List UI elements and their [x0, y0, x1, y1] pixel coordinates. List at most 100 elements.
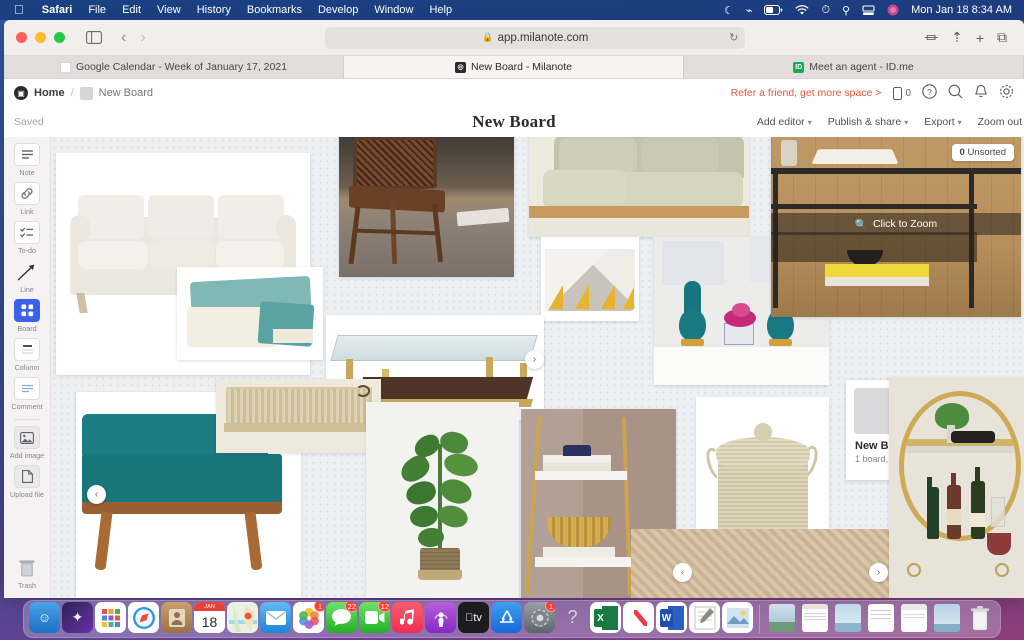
card-geometric-pillow[interactable]	[541, 237, 639, 321]
clock-icon[interactable]: ⏱	[815, 4, 836, 17]
menu-item-file[interactable]: File	[80, 4, 114, 16]
add-editor-button[interactable]: Add editor ▾	[757, 116, 812, 128]
zoom-out-button[interactable]: Zoom out	[978, 116, 1022, 128]
dock-item-preview[interactable]	[722, 602, 753, 633]
menu-item-view[interactable]: View	[149, 4, 189, 16]
display-icon[interactable]	[856, 4, 881, 16]
forward-arrow-icon[interactable]: ›	[134, 29, 151, 47]
breadcrumb-current[interactable]: New Board	[99, 87, 153, 99]
menu-item-edit[interactable]: Edit	[114, 4, 149, 16]
tab-google-calendar[interactable]: 31 Google Calendar - Week of January 17,…	[4, 56, 344, 78]
sidebar-toggle-icon[interactable]	[86, 31, 102, 44]
dock-item-system-preferences[interactable]: 1	[524, 602, 555, 633]
sidebar-item-column[interactable]: Column	[4, 338, 50, 372]
battery-icon[interactable]	[758, 5, 789, 15]
menu-item-bookmarks[interactable]: Bookmarks	[239, 4, 310, 16]
minimized-window-1[interactable]	[766, 602, 797, 633]
dock-item-podcasts[interactable]	[425, 602, 456, 633]
search-icon[interactable]	[948, 84, 963, 102]
sidebar-item-comment[interactable]: Comment	[4, 377, 50, 411]
menu-item-safari[interactable]: Safari	[34, 4, 81, 16]
sidebar-item-link[interactable]: Link	[4, 182, 50, 216]
dock-item-music[interactable]	[392, 602, 423, 633]
dock-item-photos[interactable]: 1	[293, 602, 324, 633]
minimized-window-2[interactable]	[799, 602, 830, 633]
card-bar-cart[interactable]	[889, 377, 1024, 598]
search-icon[interactable]: ⚲	[836, 4, 856, 17]
notifications-icon[interactable]	[974, 84, 988, 102]
carousel-next-top[interactable]: ›	[525, 350, 544, 369]
refer-a-friend-link[interactable]: Refer a friend, get more space >	[731, 87, 882, 99]
minimize-button[interactable]	[35, 32, 46, 43]
sidebar-item-trash[interactable]: Trash	[4, 556, 50, 590]
minimized-window-3[interactable]	[832, 602, 863, 633]
dock-item-appstore[interactable]	[491, 602, 522, 633]
card-teal-throw[interactable]	[177, 267, 323, 360]
dock-item-calendar[interactable]: JAN 18	[194, 602, 225, 633]
carousel-prev-left[interactable]: ‹	[87, 485, 106, 504]
dock-item-contacts[interactable]	[161, 602, 192, 633]
card-woven-chair[interactable]	[339, 137, 514, 277]
unsorted-badge[interactable]: 0 Unsorted	[951, 144, 1014, 161]
dock-item-mail[interactable]	[260, 602, 291, 633]
dock-item-finder[interactable]: ☺	[29, 602, 60, 633]
tab-overview-icon[interactable]: ⧉	[992, 29, 1012, 46]
dock-item-help[interactable]: ?	[557, 602, 588, 633]
dock-item-trash[interactable]	[964, 602, 995, 633]
menu-item-window[interactable]: Window	[366, 4, 421, 16]
minimized-window-5[interactable]	[898, 602, 929, 633]
dock-item-safari[interactable]	[128, 602, 159, 633]
board-canvas[interactable]: 🔍 Click to Zoom ‹ ‹ › › New B 1 board, 0…	[51, 137, 1024, 598]
reload-icon[interactable]: ↻	[729, 31, 738, 44]
carousel-next-mid[interactable]: ›	[869, 563, 888, 582]
mobile-icon[interactable]: 0	[893, 86, 911, 100]
sidebar-item-upload-file[interactable]: Upload file	[4, 465, 50, 499]
address-bar[interactable]: 🔒 app.milanote.com ↻	[325, 26, 746, 49]
card-sage-sofa[interactable]	[529, 137, 749, 237]
card-fiddle-leaf-plant[interactable]	[366, 402, 519, 598]
click-to-zoom-overlay[interactable]: 🔍 Click to Zoom	[771, 213, 1021, 236]
dock-item-app-grid[interactable]	[95, 602, 126, 633]
maximize-button[interactable]	[54, 32, 65, 43]
close-button[interactable]	[16, 32, 27, 43]
minimized-window-4[interactable]	[865, 602, 896, 633]
wifi-icon[interactable]	[789, 4, 815, 16]
dock-item-textedit[interactable]	[689, 602, 720, 633]
export-button[interactable]: Export ▾	[924, 116, 961, 128]
menu-bar-clock[interactable]: Mon Jan 18 8:34 AM	[905, 4, 1016, 16]
breadcrumb-home[interactable]: Home	[34, 87, 65, 99]
tab-new-board-milanote[interactable]: ◎ New Board - Milanote	[344, 56, 684, 78]
tab-meet-an-agent-idme[interactable]: ID Meet an agent - ID.me	[684, 56, 1024, 78]
milanote-logo-icon[interactable]: ▣	[14, 86, 28, 100]
settings-icon[interactable]	[999, 84, 1014, 102]
sidebar-item-note[interactable]: Note	[4, 143, 50, 177]
card-console-table[interactable]: 🔍 Click to Zoom	[771, 137, 1021, 317]
minimized-window-6[interactable]	[931, 602, 962, 633]
carousel-prev-mid[interactable]: ‹	[673, 563, 692, 582]
dock-item-maps[interactable]	[227, 602, 258, 633]
dock-item-excel[interactable]: X	[590, 602, 621, 633]
dock-item-appletv[interactable]: tv	[458, 602, 489, 633]
siri-icon[interactable]	[881, 4, 905, 16]
new-tab-icon[interactable]: +	[971, 30, 989, 46]
downloads-icon[interactable]: ⏛	[919, 28, 943, 48]
back-arrow-icon[interactable]: ‹	[115, 29, 132, 47]
help-icon[interactable]: ?	[922, 84, 937, 102]
menu-item-develop[interactable]: Develop	[310, 4, 366, 16]
publish-share-button[interactable]: Publish & share ▾	[828, 116, 909, 128]
apple-menu-icon[interactable]: 	[8, 3, 34, 18]
dock-item-news[interactable]	[623, 602, 654, 633]
sidebar-item-board[interactable]: Board	[4, 299, 50, 333]
dock-item-word[interactable]: W	[656, 602, 687, 633]
dock-item-launchpad[interactable]: ✦	[62, 602, 93, 633]
dock-item-facetime[interactable]: 12	[359, 602, 390, 633]
share-icon[interactable]: ⇡	[946, 29, 968, 46]
card-woven-tray[interactable]	[216, 379, 381, 453]
sidebar-item-todo[interactable]: To-do	[4, 221, 50, 255]
moon-icon[interactable]: ☾	[718, 4, 740, 17]
sidebar-item-add-image[interactable]: Add image	[4, 426, 50, 460]
menu-item-help[interactable]: Help	[421, 4, 460, 16]
sidebar-item-line[interactable]: Line	[4, 260, 50, 294]
menu-item-history[interactable]: History	[189, 4, 239, 16]
dock-item-messages[interactable]: 22	[326, 602, 357, 633]
